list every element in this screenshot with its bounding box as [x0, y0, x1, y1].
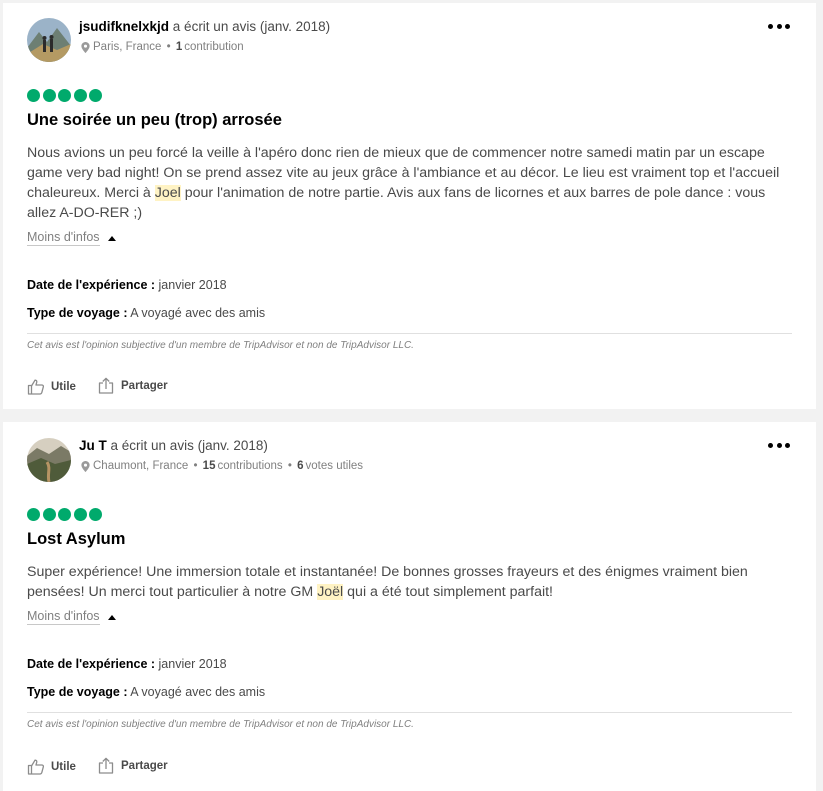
less-info-toggle[interactable]: Moins d'infos	[27, 609, 116, 625]
share-button[interactable]: Partager	[97, 377, 168, 395]
trip-type: Type de voyage : A voyagé avec des amis	[27, 685, 266, 699]
helpful-button[interactable]: Utile	[27, 378, 76, 396]
author-meta: Chaumont, France • 15 contributions • 6 …	[81, 460, 363, 472]
map-pin-icon	[81, 41, 90, 53]
helpful-button[interactable]: Utile	[27, 758, 76, 776]
wrote-review-text: a écrit un avis (janv. 2018)	[172, 19, 331, 34]
contributions-label: contributions	[217, 460, 283, 472]
share-label: Partager	[121, 380, 168, 392]
wrote-review-text: a écrit un avis (janv. 2018)	[110, 438, 268, 453]
caret-up-icon	[107, 235, 116, 241]
less-info-label: Moins d'infos	[27, 230, 100, 246]
thumbs-up-icon	[27, 379, 45, 395]
review-title[interactable]: Lost Asylum	[27, 530, 125, 549]
rating-bubbles	[27, 508, 102, 521]
author-line: Ju T a écrit un avis (janv. 2018)	[79, 438, 268, 453]
author-meta: Paris, France • 1 contribution	[81, 41, 244, 53]
rating-bubble	[58, 508, 71, 521]
less-info-toggle[interactable]: Moins d'infos	[27, 230, 116, 246]
review-card: jsudifknelxkjd a écrit un avis (janv. 20…	[3, 3, 816, 409]
author-location: Chaumont, France	[93, 460, 189, 472]
author-name[interactable]: jsudifknelxkjd	[79, 19, 169, 34]
rating-bubble	[58, 89, 71, 102]
review-body: Super expérience! Une immersion totale e…	[27, 564, 748, 600]
rating-bubble	[27, 508, 40, 521]
avatar[interactable]	[27, 18, 71, 62]
more-dots-icon	[768, 442, 773, 448]
rating-bubble	[73, 89, 87, 102]
helpful-label: Utile	[51, 761, 76, 773]
experience-date: Date de l'expérience : janvier 2018	[27, 657, 227, 671]
avatar-photo	[27, 18, 71, 62]
divider	[27, 712, 792, 713]
rating-bubble	[89, 508, 102, 521]
share-icon	[98, 757, 114, 774]
share-label: Partager	[121, 760, 168, 772]
avatar[interactable]	[27, 438, 71, 482]
avatar-photo	[27, 438, 71, 482]
rating-bubble	[27, 89, 40, 102]
map-pin-icon	[81, 460, 90, 472]
thumbs-up-icon	[27, 759, 45, 775]
less-info-label: Moins d'infos	[27, 609, 100, 625]
author-line: jsudifknelxkjd a écrit un avis (janv. 20…	[79, 19, 330, 34]
contributions-label: contribution	[184, 41, 244, 53]
rating-bubbles	[27, 89, 102, 102]
contributions-count: 15	[202, 460, 216, 472]
review-title[interactable]: Une soirée un peu (trop) arrosée	[27, 111, 282, 130]
caret-up-icon	[107, 614, 116, 620]
disclaimer: Cet avis est l'opinion subjective d'un m…	[27, 719, 414, 730]
disclaimer: Cet avis est l'opinion subjective d'un m…	[27, 340, 414, 351]
author-location: Paris, France	[93, 41, 162, 53]
rating-bubble	[42, 89, 56, 102]
experience-date: Date de l'expérience : janvier 2018	[27, 278, 227, 292]
highlighted-keyword: Joel	[154, 185, 181, 201]
highlighted-keyword: Joël	[317, 584, 344, 600]
more-options-button[interactable]	[768, 438, 790, 452]
contributions-count: 1	[175, 41, 183, 53]
rating-bubble	[42, 508, 56, 521]
trip-type: Type de voyage : A voyagé avec des amis	[27, 306, 266, 320]
more-options-button[interactable]	[768, 19, 790, 33]
divider	[27, 333, 792, 334]
review-body: Nous avions un peu forcé la veille à l'a…	[27, 145, 780, 221]
rating-bubble	[73, 508, 87, 521]
more-dots-icon	[768, 23, 773, 29]
author-name[interactable]: Ju T	[79, 438, 107, 453]
rating-bubble	[89, 89, 102, 102]
share-icon	[98, 377, 114, 394]
helpful-votes-count: 6	[297, 460, 304, 472]
share-button[interactable]: Partager	[97, 757, 168, 775]
review-card: Ju T a écrit un avis (janv. 2018) Chaumo…	[3, 422, 816, 791]
helpful-label: Utile	[51, 381, 76, 393]
helpful-votes-label: votes utiles	[305, 460, 364, 472]
